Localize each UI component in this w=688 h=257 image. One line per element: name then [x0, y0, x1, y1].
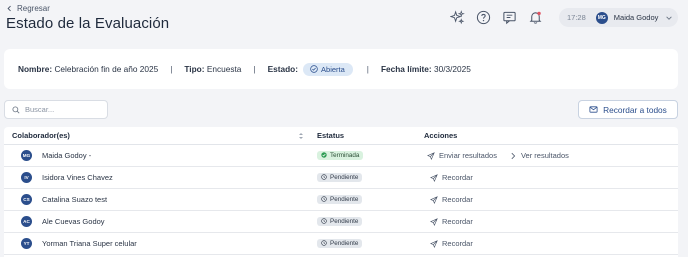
help-icon[interactable]: [475, 9, 491, 25]
table-row: AC Ale Cuevas Godoy Pendiente Recordar: [4, 211, 678, 233]
send-icon: [430, 173, 438, 182]
table-row: MG Maida Godoy - Terminada Enviar result…: [4, 145, 678, 167]
table-row: IV Isidora Vines Chavez Pendiente Record…: [4, 167, 678, 189]
status-badge: Terminada: [317, 150, 364, 160]
view-results-label: Ver resultados: [520, 151, 569, 160]
back-label: Regresar: [17, 4, 50, 13]
send-icon: [427, 151, 435, 160]
user-menu[interactable]: 17:28 MG Maida Godoy: [559, 8, 678, 27]
collaborator-name: Yorman Triana Super celular: [42, 239, 137, 248]
remind-button[interactable]: Recordar: [430, 217, 473, 226]
clock-time: 17:28: [567, 13, 586, 22]
send-results-button[interactable]: Enviar resultados: [427, 151, 497, 160]
sort-icon[interactable]: [298, 132, 304, 140]
status-label: Pendiente: [330, 195, 359, 203]
mail-icon: [589, 106, 598, 113]
chevron-down-icon: [666, 15, 673, 20]
remind-button[interactable]: Recordar: [430, 173, 473, 182]
back-link[interactable]: Regresar: [6, 4, 50, 13]
search-box: [4, 100, 108, 119]
collaborator-name: Catalina Suazo test: [42, 195, 108, 204]
state-badge: Abierta: [303, 62, 353, 76]
clock-icon: [321, 174, 327, 180]
name-label: Nombre:: [18, 64, 53, 74]
remind-all-button[interactable]: Recordar a todos: [578, 100, 678, 119]
status-badge: Pendiente: [317, 172, 363, 182]
separator: |: [170, 64, 173, 74]
check-circle-icon: [310, 65, 318, 73]
status-badge: Pendiente: [317, 216, 363, 226]
remind-button[interactable]: Recordar: [430, 239, 473, 248]
send-icon: [430, 217, 438, 226]
send-icon: [430, 195, 438, 204]
status-label: Pendiente: [330, 173, 359, 181]
header-actions: Acciones: [424, 131, 458, 140]
status-label: Pendiente: [330, 239, 359, 247]
remind-label: Recordar: [442, 239, 473, 248]
clock-icon: [321, 218, 327, 224]
state-label: Estado:: [267, 64, 299, 74]
header-status: Estatus: [317, 131, 345, 140]
collaborator-name: Maida Godoy -: [42, 151, 92, 160]
header-collaborator-label: Colaborador(es): [12, 131, 70, 140]
page-title: Estado de la Evaluación: [6, 15, 170, 32]
deadline-label: Fecha límite:: [380, 64, 432, 74]
collaborator-name: Ale Cuevas Godoy: [42, 217, 105, 226]
top-icon-bar: [449, 9, 543, 25]
remind-button[interactable]: Recordar: [430, 195, 473, 204]
user-name: Maida Godoy: [613, 13, 659, 22]
feedback-icon[interactable]: [501, 9, 517, 25]
avatar: MG: [21, 150, 32, 161]
separator: |: [253, 64, 256, 74]
send-results-label: Enviar resultados: [439, 151, 497, 160]
clock-icon: [321, 240, 327, 246]
deadline-value: 30/3/2025: [433, 64, 471, 74]
bell-icon[interactable]: [527, 9, 543, 25]
remind-all-label: Recordar a todos: [603, 104, 667, 115]
avatar: CS: [21, 194, 32, 205]
sparkles-icon[interactable]: [449, 9, 465, 25]
chevron-right-icon: [511, 152, 516, 159]
table-row: YT Yorman Triana Super celular Pendiente…: [4, 233, 678, 255]
remind-label: Recordar: [442, 195, 473, 204]
separator: |: [366, 64, 369, 74]
type-label: Tipo:: [184, 64, 205, 74]
search-icon: [12, 105, 20, 113]
evaluation-info-card: Nombre: Celebración fin de año 2025 | Ti…: [4, 49, 678, 89]
name-value: Celebración fin de año 2025: [54, 64, 159, 74]
status-badge: Pendiente: [317, 194, 363, 204]
collaborator-name: Isidora Vines Chavez: [42, 173, 113, 182]
clock-icon: [321, 196, 327, 202]
search-input[interactable]: [25, 105, 105, 114]
table-header: Colaborador(es) Estatus Acciones: [4, 127, 678, 145]
avatar: IV: [21, 172, 32, 183]
check-circle-icon: [321, 152, 327, 158]
header-collaborator[interactable]: Colaborador(es): [4, 131, 312, 140]
avatar: AC: [21, 216, 32, 227]
status-badge: Pendiente: [317, 238, 363, 248]
user-avatar: MG: [595, 11, 608, 24]
remind-label: Recordar: [442, 217, 473, 226]
status-label: Pendiente: [330, 217, 359, 225]
type-value: Encuesta: [206, 64, 242, 74]
table-row: CS Catalina Suazo test Pendiente Recorda…: [4, 189, 678, 211]
view-results-button[interactable]: Ver resultados: [509, 151, 569, 160]
state-value: Abierta: [321, 64, 345, 74]
send-icon: [430, 239, 438, 248]
collaborators-table: Colaborador(es) Estatus Acciones MG Maid…: [4, 127, 678, 257]
status-label: Terminada: [330, 151, 360, 159]
remind-label: Recordar: [442, 173, 473, 182]
chevron-left-icon: [7, 5, 11, 12]
avatar: YT: [21, 238, 32, 249]
